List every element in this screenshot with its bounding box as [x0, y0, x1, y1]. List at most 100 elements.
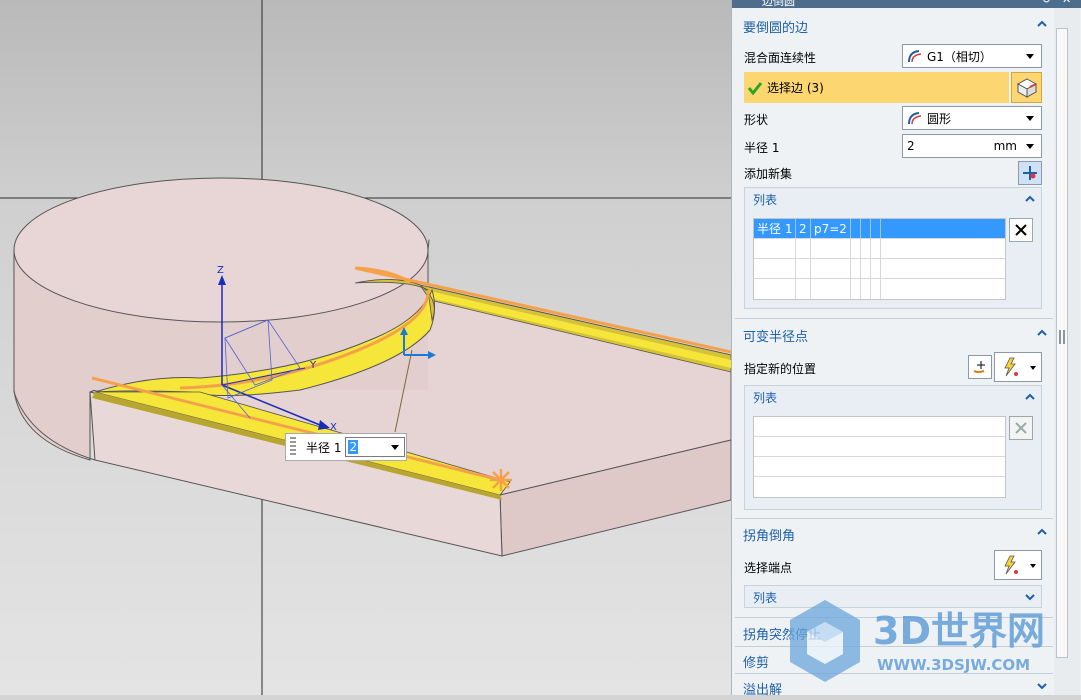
table-row: [754, 239, 1005, 259]
edge-blend-dialog: 边倒圆 ↺ ✕ 要倒圆的边 混合面连续性 G1（相切） 选择边 (3) 形状 圆…: [731, 0, 1081, 698]
select-edge-button[interactable]: [1011, 72, 1042, 103]
add-new-set-button[interactable]: [1018, 161, 1042, 185]
dynamic-radius-value[interactable]: 2: [348, 440, 359, 454]
chevron-up-icon[interactable]: [1037, 328, 1047, 338]
radius-label: 半径 1: [744, 141, 780, 155]
table-row: [754, 457, 1005, 477]
table-cell: [871, 219, 881, 238]
chevron-down-icon[interactable]: [391, 445, 400, 450]
section-title-corner-stop: 拐角突然停止: [743, 627, 822, 643]
circular-shape-icon: [908, 112, 922, 125]
section-header-corner-setback[interactable]: 拐角倒角: [735, 522, 1053, 546]
delete-icon: [1015, 224, 1027, 236]
section-title-corner-setback: 拐角倒角: [743, 528, 796, 544]
section-header-overflow[interactable]: 溢出解: [735, 676, 1053, 700]
add-set-icon: [1023, 166, 1037, 180]
section-header-corner-stop[interactable]: 拐角突然停止: [735, 621, 1053, 645]
inferred-point-icon: [1004, 555, 1018, 575]
dialog-scrollbar[interactable]: [1054, 8, 1080, 695]
close-icon[interactable]: ✕: [1062, 0, 1071, 6]
edge-set-list-panel: 列表 半径 1 2 p7=2: [744, 187, 1042, 309]
section-divider: [735, 318, 1053, 319]
endpoint-type-split-button[interactable]: [994, 550, 1042, 580]
edge-list-title: 列表: [753, 192, 778, 207]
section-divider: [735, 646, 1053, 647]
table-cell: p7=2: [811, 219, 851, 238]
dialog-titlebar[interactable]: 边倒圆 ↺ ✕: [732, 0, 1081, 8]
dynamic-radius-combo[interactable]: 2: [345, 437, 406, 457]
triad-z-label: Z: [217, 265, 224, 276]
section-title-trim: 修剪: [743, 655, 770, 671]
point-type-split-button[interactable]: [994, 352, 1042, 382]
drag-grip-icon[interactable]: [290, 437, 296, 457]
point-dialog-button[interactable]: [968, 355, 992, 379]
select-endpoint-label: 选择端点: [744, 561, 793, 575]
shape-label: 形状: [744, 113, 769, 127]
corner-list-header[interactable]: 列表: [745, 586, 1041, 608]
section-divider: [735, 673, 1053, 674]
chevron-down-icon[interactable]: [1030, 366, 1036, 370]
table-cell: 半径 1: [754, 219, 796, 238]
chevron-up-icon[interactable]: [1025, 194, 1035, 204]
chevron-down-icon[interactable]: [1030, 564, 1036, 568]
section-title-variable-radius: 可变半径点: [743, 329, 809, 345]
section-divider: [735, 617, 1053, 618]
radius-value[interactable]: 2: [907, 139, 915, 153]
chevron-down-icon[interactable]: [1037, 681, 1047, 691]
section-title-edges: 要倒圆的边: [743, 20, 809, 36]
table-row: [754, 477, 1005, 497]
chevron-up-icon[interactable]: [1025, 392, 1035, 402]
cube-select-icon: [1016, 77, 1037, 98]
inferred-point-icon: [1004, 357, 1018, 377]
reset-icon[interactable]: ↺: [1042, 0, 1051, 6]
table-row[interactable]: 半径 1 2 p7=2: [754, 219, 1005, 239]
section-header-variable-radius[interactable]: 可变半径点: [735, 323, 1053, 347]
table-cell: [861, 219, 871, 238]
chevron-up-icon[interactable]: [1037, 19, 1047, 29]
end-marker-icon: [490, 469, 512, 491]
add-set-label: 添加新集: [744, 167, 793, 181]
chevron-down-icon[interactable]: [1026, 54, 1034, 59]
variable-point-list-panel: 列表: [744, 385, 1042, 510]
shape-value: 圆形: [927, 111, 952, 126]
radius-unit: mm: [993, 139, 1017, 153]
continuity-dropdown[interactable]: G1（相切）: [902, 44, 1042, 68]
specify-location-label: 指定新的位置: [744, 362, 817, 376]
variable-point-table[interactable]: [753, 416, 1006, 498]
section-divider: [735, 518, 1053, 519]
continuity-label: 混合面连续性: [744, 51, 817, 65]
select-edge-label: 选择边 (3): [767, 81, 824, 95]
remove-set-button[interactable]: [1009, 218, 1033, 242]
table-row: [754, 417, 1005, 437]
table-cell: 2: [796, 219, 811, 238]
select-edge-field[interactable]: 选择边 (3): [744, 72, 1009, 103]
dynamic-radius-label: 半径 1: [306, 440, 342, 455]
continuity-icon: [908, 50, 922, 63]
dynamic-radius-input[interactable]: 半径 1 2: [285, 433, 407, 461]
table-cell: [851, 219, 861, 238]
variable-list-title: 列表: [753, 390, 778, 405]
graphics-viewport[interactable]: Z X Y 半径 1 2: [0, 0, 731, 695]
section-header-trim[interactable]: 修剪: [735, 649, 1053, 673]
dialog-title: 边倒圆: [762, 0, 795, 8]
continuity-value: G1（相切）: [927, 49, 992, 64]
remove-point-button[interactable]: [1009, 416, 1033, 440]
chevron-down-icon[interactable]: [1026, 144, 1034, 149]
corner-list-title: 列表: [753, 590, 778, 605]
edge-list-header[interactable]: 列表: [745, 188, 1041, 210]
triad-x-label: X: [330, 422, 337, 433]
delete-icon: [1015, 422, 1027, 434]
chevron-up-icon[interactable]: [1037, 527, 1047, 537]
table-row: [754, 279, 1005, 299]
chevron-down-icon[interactable]: [1025, 592, 1035, 602]
section-header-edges[interactable]: 要倒圆的边: [735, 14, 1053, 38]
resize-grip-icon[interactable]: [1059, 330, 1065, 344]
checkmark-icon: [748, 81, 762, 95]
variable-list-header[interactable]: 列表: [745, 386, 1041, 408]
corner-list-panel[interactable]: 列表: [744, 585, 1042, 608]
edge-set-table[interactable]: 半径 1 2 p7=2: [753, 218, 1006, 300]
chevron-down-icon[interactable]: [1026, 116, 1034, 121]
point-icon: [973, 361, 985, 373]
radius-input[interactable]: 2 mm: [902, 134, 1042, 158]
shape-dropdown[interactable]: 圆形: [902, 106, 1042, 130]
